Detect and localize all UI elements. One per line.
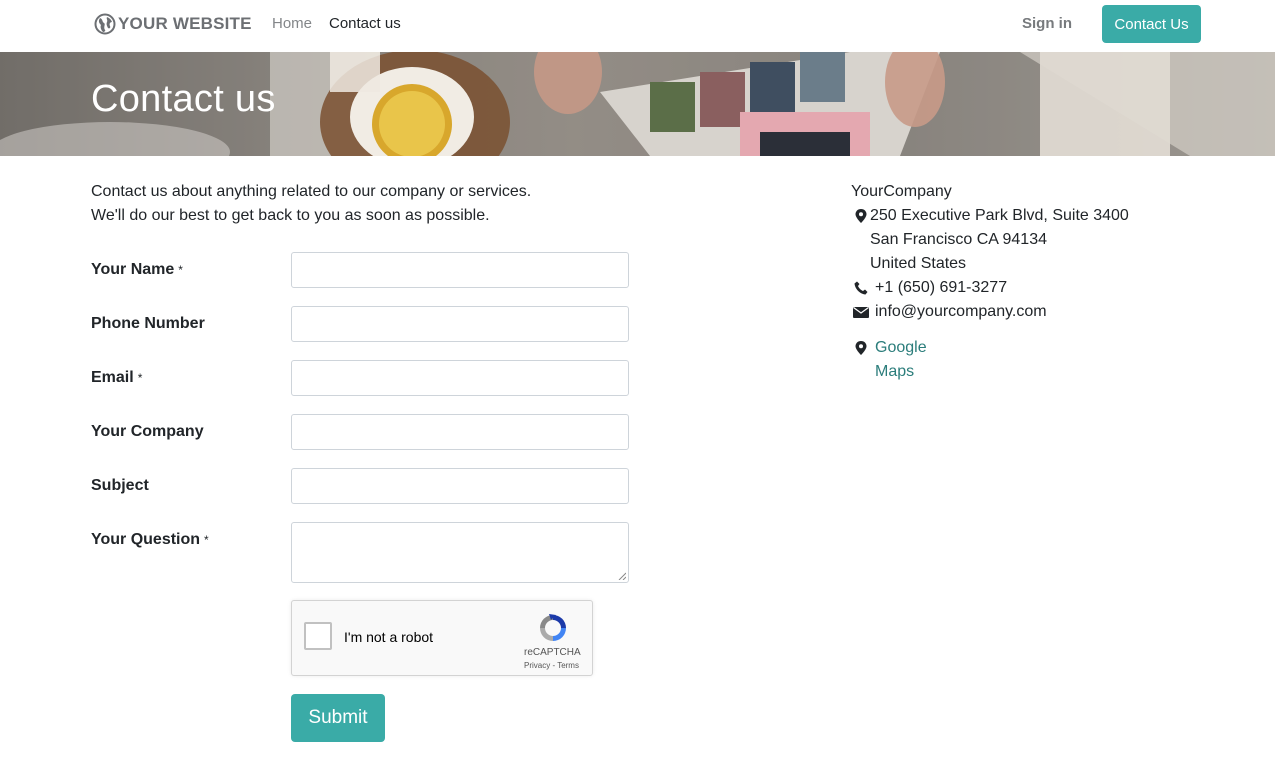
subject-input[interactable] [291,468,629,504]
map-marker-icon [855,209,867,223]
hero-banner: Contact us [0,52,1275,156]
address-country: United States [870,255,967,272]
required-marker: * [204,533,209,547]
your-company-label: Your Company [91,423,204,441]
email-label: Email * [91,369,142,387]
intro-text: Contact us about anything related to our… [91,180,531,228]
nav-contact-us-link[interactable]: Contact us [329,15,401,32]
your-question-label: Your Question * [91,531,209,549]
page-title: Contact us [91,78,276,120]
recaptcha-privacy-terms[interactable]: Privacy - Terms [524,661,579,670]
required-marker: * [137,371,143,385]
map-marker-icon [855,341,867,355]
subject-label: Subject [91,477,149,495]
globe-icon [94,13,116,35]
site-logo[interactable]: YOUR WEBSITE [94,11,252,37]
address-city: San Francisco CA 94134 [870,231,1047,248]
email-label-text: Email [91,369,134,386]
phone-number-label: Phone Number [91,315,205,333]
required-marker: * [178,263,183,277]
logo-text: YOUR WEBSITE [118,14,252,33]
your-company-label-text: Your Company [91,423,204,440]
phone-number-label-text: Phone Number [91,315,205,332]
recaptcha-checkbox[interactable] [304,622,332,650]
submit-button[interactable]: Submit [291,694,385,742]
your-company-input[interactable] [291,414,629,450]
intro-line-2: We'll do our best to get back to you as … [91,207,490,224]
recaptcha-icon [540,614,566,641]
recaptcha-brand: reCAPTCHA [524,647,581,658]
recaptcha-label: I'm not a robot [344,629,434,645]
phone-icon [854,281,868,295]
your-question-label-text: Your Question [91,531,201,548]
nav-home-link[interactable]: Home [272,15,312,32]
phone-number-input[interactable] [291,306,629,342]
contact-us-button[interactable]: Contact Us [1102,5,1201,43]
intro-line-1: Contact us about anything related to our… [91,183,532,200]
top-navbar: YOUR WEBSITE Home Contact us Sign in Con… [0,0,1275,53]
recaptcha-widget: I'm not a robot reCAPTCHA Privacy - Term… [291,600,593,676]
subject-label-text: Subject [91,477,149,494]
company-name: YourCompany [851,183,952,200]
company-phone: +1 (650) 691-3277 [875,279,1008,296]
your-name-input[interactable] [291,252,629,288]
your-name-label-text: Your Name [91,261,175,278]
resize-grip-icon[interactable] [618,572,626,580]
address-street: 250 Executive Park Blvd, Suite 3400 [870,207,1129,224]
google-maps-link[interactable]: Google Maps [875,336,927,384]
your-name-label: Your Name * [91,261,183,279]
envelope-icon [853,306,869,318]
your-question-textarea[interactable] [291,522,629,583]
email-input[interactable] [291,360,629,396]
company-email[interactable]: info@yourcompany.com [875,300,1047,324]
sign-in-link[interactable]: Sign in [1022,15,1072,32]
